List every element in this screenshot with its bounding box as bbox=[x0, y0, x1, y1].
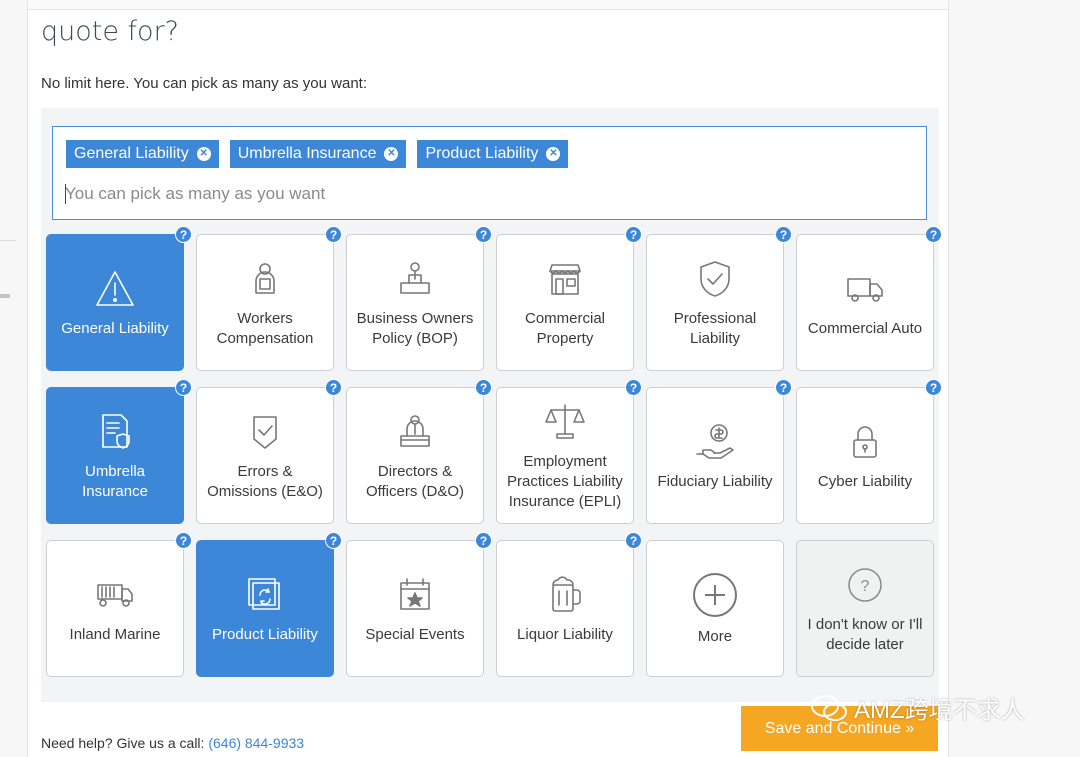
tile-label: Cyber Liability bbox=[817, 472, 913, 490]
tile-label: Fiduciary Liability bbox=[657, 472, 773, 490]
help-icon[interactable]: ? bbox=[325, 532, 342, 549]
remove-chip-icon[interactable]: ✕ bbox=[384, 147, 399, 161]
watermark-text: AMZ跨境不求人 bbox=[854, 697, 1025, 724]
tile-cyber-liability[interactable]: Cyber Liability bbox=[796, 387, 934, 524]
help-icon[interactable]: ? bbox=[925, 379, 942, 396]
tile-general-liability[interactable]: General Liability bbox=[46, 234, 184, 371]
warning-triangle-icon bbox=[93, 267, 137, 311]
help-icon[interactable]: ? bbox=[925, 226, 942, 243]
help-icon[interactable]: ? bbox=[475, 379, 492, 396]
tile-label: Professional Liability bbox=[673, 309, 757, 347]
chip-label: Product Liability bbox=[425, 145, 539, 162]
tile-professional-liability[interactable]: Professional Liability bbox=[646, 234, 784, 371]
chip-product-liability: Product Liability ✕ bbox=[417, 140, 569, 168]
director-icon bbox=[393, 410, 437, 454]
tile-label: Directors & Officers (D&O) bbox=[365, 462, 465, 500]
help-text: Need help? Give us a call: bbox=[41, 735, 205, 751]
remove-chip-icon[interactable]: ✕ bbox=[196, 147, 211, 161]
watermark: AMZ跨境不求人 bbox=[810, 690, 1025, 725]
text-caret bbox=[65, 184, 66, 204]
page-heading: quote for? bbox=[41, 16, 180, 47]
tile-label: Commercial Property bbox=[524, 309, 605, 347]
tile-commercial-auto[interactable]: Commercial Auto bbox=[796, 234, 934, 371]
plus-circle-icon bbox=[691, 571, 739, 619]
calendar-star-icon bbox=[393, 573, 437, 617]
remove-chip-icon[interactable]: ✕ bbox=[546, 147, 561, 161]
beer-mug-icon bbox=[543, 573, 587, 617]
tile-commercial-property[interactable]: Commercial Property bbox=[496, 234, 634, 371]
worker-icon bbox=[243, 257, 287, 301]
help-icon[interactable]: ? bbox=[175, 226, 192, 243]
tile-errors-omissions-e-o[interactable]: Errors & Omissions (E&O) bbox=[196, 387, 334, 524]
help-icon[interactable]: ? bbox=[625, 532, 642, 549]
product-box-icon bbox=[243, 573, 287, 617]
tile-product-liability[interactable]: Product Liability bbox=[196, 540, 334, 677]
tile-i-don-t-know-or-i-ll-decide-later[interactable]: ? I don't know or I'll decide later bbox=[796, 540, 934, 677]
help-icon[interactable]: ? bbox=[175, 379, 192, 396]
tile-liquor-liability[interactable]: Liquor Liability bbox=[496, 540, 634, 677]
wechat-icon bbox=[811, 694, 847, 721]
footer-help: Need help? Give us a call: (646) 844-993… bbox=[41, 735, 304, 751]
help-icon[interactable]: ? bbox=[325, 379, 342, 396]
dump-truck-icon bbox=[93, 573, 137, 617]
tile-special-events[interactable]: Special Events bbox=[346, 540, 484, 677]
chip-label: Umbrella Insurance bbox=[237, 145, 377, 162]
tile-label: Inland Marine bbox=[69, 625, 161, 643]
tile-umbrella-insurance[interactable]: Umbrella Insurance bbox=[46, 387, 184, 524]
tile-fiduciary-liability[interactable]: Fiduciary Liability bbox=[646, 387, 784, 524]
tile-label: Workers Compensation bbox=[216, 309, 314, 347]
tile-more[interactable]: More bbox=[646, 540, 784, 677]
tile-label: Special Events bbox=[365, 625, 465, 643]
page-subtext: No limit here. You can pick as many as y… bbox=[41, 75, 368, 92]
coverage-multiselect[interactable]: General Liability ✕ Umbrella Insurance ✕… bbox=[52, 126, 927, 220]
tile-employment-practices-liability-insurance-epli[interactable]: Employment Practices Liability Insurance… bbox=[496, 387, 634, 524]
tile-label: Liquor Liability bbox=[517, 625, 613, 643]
svg-text:?: ? bbox=[861, 578, 870, 595]
phone-link[interactable]: (646) 844-9933 bbox=[208, 735, 304, 751]
tile-label: General Liability bbox=[61, 319, 169, 337]
tile-label: Business Owners Policy (BOP) bbox=[356, 309, 474, 347]
help-icon[interactable]: ? bbox=[775, 379, 792, 396]
gutter-line bbox=[0, 240, 16, 241]
badge-check-icon bbox=[243, 410, 287, 454]
tile-business-owners-policy-bop[interactable]: Business Owners Policy (BOP) bbox=[346, 234, 484, 371]
tile-label: Commercial Auto bbox=[807, 319, 923, 337]
tile-label: Employment Practices Liability Insurance… bbox=[507, 452, 623, 510]
help-icon[interactable]: ? bbox=[175, 532, 192, 549]
help-icon[interactable]: ? bbox=[625, 379, 642, 396]
shield-check-icon bbox=[693, 257, 737, 301]
right-gutter bbox=[948, 0, 1080, 757]
tile-workers-compensation[interactable]: Workers Compensation bbox=[196, 234, 334, 371]
tile-label: Umbrella Insurance bbox=[82, 462, 148, 500]
chip-umbrella-insurance: Umbrella Insurance ✕ bbox=[229, 140, 407, 168]
storefront-icon bbox=[543, 257, 587, 301]
document-shield-icon bbox=[93, 410, 137, 454]
tile-label: More bbox=[697, 627, 733, 645]
help-icon[interactable]: ? bbox=[775, 226, 792, 243]
padlock-icon bbox=[843, 420, 887, 464]
tile-directors-officers-d-o[interactable]: Directors & Officers (D&O) bbox=[346, 387, 484, 524]
help-icon[interactable]: ? bbox=[625, 226, 642, 243]
coverage-search-input[interactable] bbox=[65, 181, 905, 207]
help-icon[interactable]: ? bbox=[325, 226, 342, 243]
coverage-tile-grid: General Liability? Workers Compensation? B… bbox=[46, 226, 942, 677]
chip-label: General Liability bbox=[74, 145, 189, 162]
question-circle-icon: ? bbox=[843, 563, 887, 607]
tile-label: Errors & Omissions (E&O) bbox=[207, 462, 323, 500]
hand-coin-icon bbox=[693, 420, 737, 464]
help-icon[interactable]: ? bbox=[475, 532, 492, 549]
business-owner-icon bbox=[393, 257, 437, 301]
gutter-mark bbox=[0, 294, 10, 298]
tile-label: Product Liability bbox=[212, 625, 318, 643]
tile-inland-marine[interactable]: Inland Marine bbox=[46, 540, 184, 677]
top-strip bbox=[28, 0, 948, 10]
chip-general-liability: General Liability ✕ bbox=[66, 140, 219, 168]
truck-icon bbox=[843, 267, 887, 311]
selected-chips: General Liability ✕ Umbrella Insurance ✕… bbox=[66, 140, 569, 168]
help-icon[interactable]: ? bbox=[475, 226, 492, 243]
tile-label: I don't know or I'll decide later bbox=[807, 615, 923, 653]
scales-icon bbox=[543, 400, 587, 444]
left-gutter bbox=[0, 0, 28, 757]
